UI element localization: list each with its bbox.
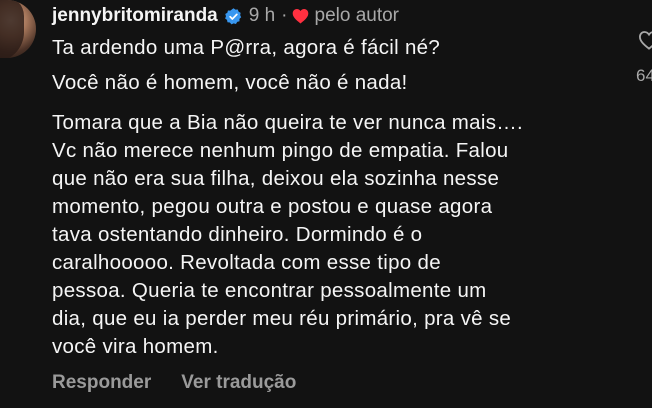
- comment-line-2: Você não é homem, você não é nada!: [52, 71, 408, 94]
- avatar-photo-detail: [0, 0, 24, 58]
- comment-line-1: Ta ardendo uma P@rra, agora é fácil né?: [52, 36, 441, 59]
- reply-button[interactable]: Responder: [52, 372, 151, 394]
- avatar[interactable]: [0, 0, 36, 58]
- verified-badge-icon: [224, 7, 243, 26]
- comment-header: jennybritomiranda 9 h · pelo autor: [52, 4, 399, 28]
- comment-actions: Responder Ver tradução: [52, 372, 296, 394]
- heart-icon: [292, 8, 309, 24]
- username[interactable]: jennybritomiranda: [52, 5, 218, 27]
- like-heart-outline-icon[interactable]: [638, 30, 652, 50]
- comment-time: 9 h: [248, 5, 276, 26]
- liked-by-author-label: pelo autor: [314, 5, 400, 26]
- like-count: 64: [636, 66, 652, 85]
- separator-dot: ·: [281, 5, 288, 26]
- comment-body: Ta ardendo uma P@rra, agora é fácil né? …: [52, 32, 622, 361]
- see-translation-button[interactable]: Ver tradução: [181, 372, 296, 394]
- comment-paragraph: Tomara que a Bia não queira te ver nunca…: [52, 111, 524, 358]
